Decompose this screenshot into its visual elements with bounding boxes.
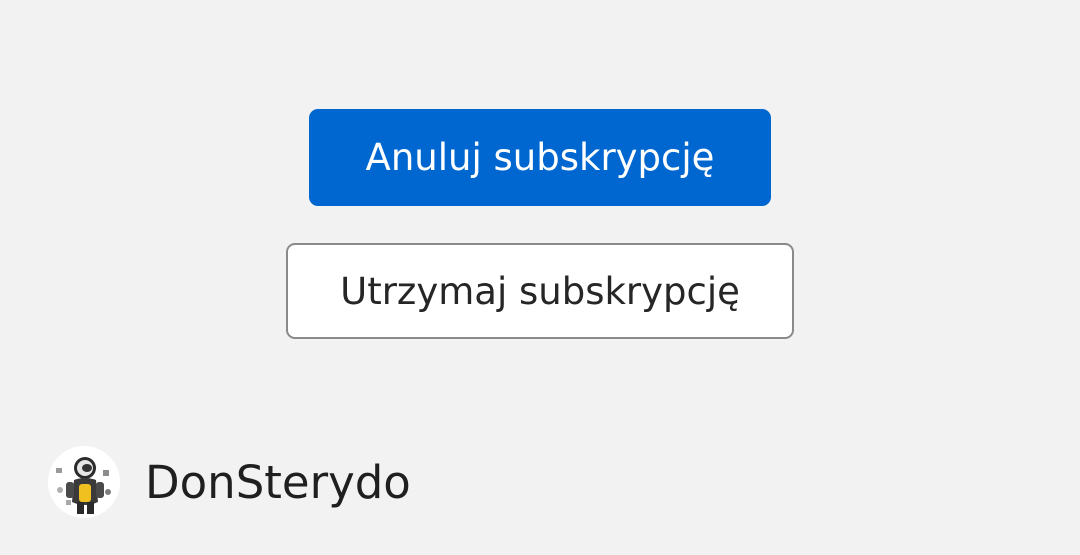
- cancel-subscription-button[interactable]: Anuluj subskrypcję: [309, 109, 771, 206]
- keep-subscription-button[interactable]: Utrzymaj subskrypcję: [286, 243, 794, 339]
- author-name[interactable]: DonSterydo: [145, 456, 411, 509]
- astronaut-avatar-icon: [48, 446, 120, 518]
- avatar[interactable]: [48, 446, 120, 518]
- keep-subscription-label: Utrzymaj subskrypcję: [340, 269, 740, 313]
- cancel-subscription-label: Anuluj subskrypcję: [365, 136, 715, 179]
- author-row[interactable]: DonSterydo: [48, 443, 411, 521]
